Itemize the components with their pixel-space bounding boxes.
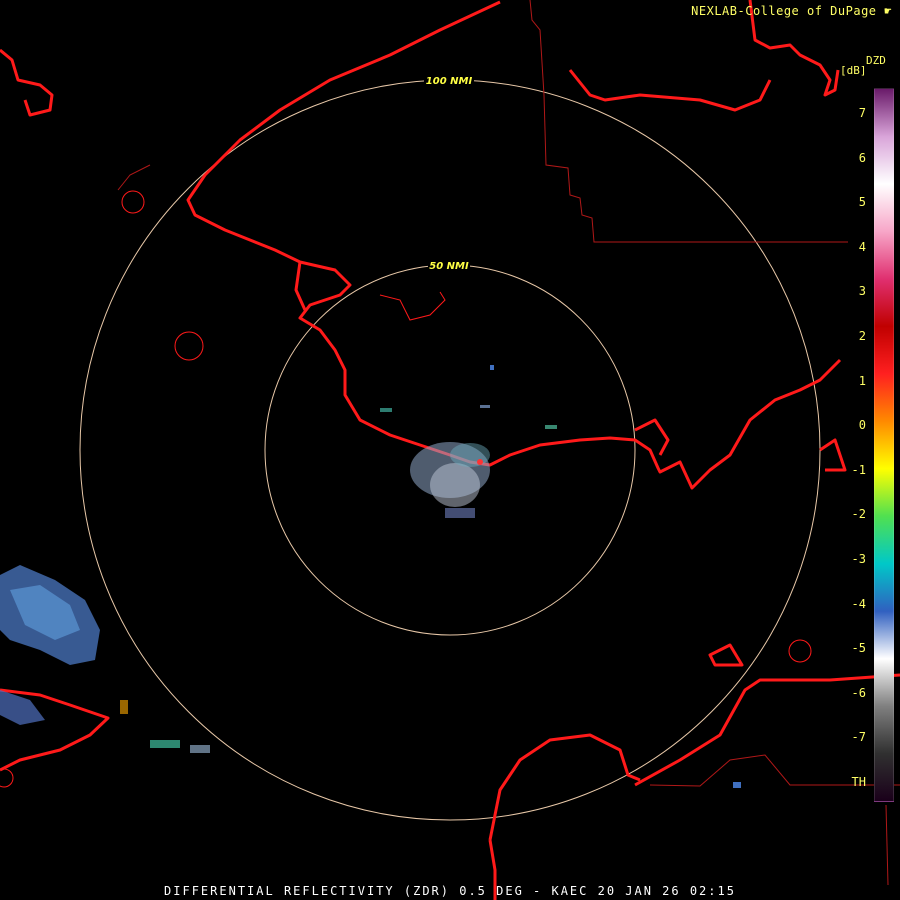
colorbar-tick-label: -6	[851, 685, 866, 700]
nexlab-logo-icon: ☛	[884, 4, 892, 18]
colorbar-unit: [dB]	[840, 64, 867, 77]
radar-map: 100 NMI 50 NMI	[0, 0, 900, 900]
ring-label-100: 100 NMI	[426, 76, 473, 87]
ring-label-50: 50 NMI	[429, 261, 469, 272]
credit-label: NEXLAB-College of DuPage	[691, 4, 877, 18]
colorbar-tick-label: 3	[858, 284, 866, 299]
radar-station-marker	[477, 459, 483, 465]
radar-echoes-southwest	[0, 565, 210, 753]
colorbar-tick-label: -2	[851, 507, 866, 522]
colorbar-tick-label: 5	[858, 195, 866, 210]
state-borders	[117, 0, 900, 886]
colorbar-tick-label: -7	[851, 730, 866, 745]
colorbar-tick-label: -4	[851, 596, 866, 611]
colorbar-tick-label: -3	[851, 552, 866, 566]
radar-echo-southeast	[733, 782, 741, 788]
credit-text: NEXLAB-College of DuPage ☛	[691, 4, 892, 18]
colorbar-tick-label: 0	[858, 418, 866, 433]
colorbar-tick-label: 1	[858, 373, 866, 388]
colorbar-tick-label: 4	[858, 239, 866, 254]
colorbar-tick-label: -5	[851, 641, 866, 656]
colorbar-tick-label: -1	[851, 462, 866, 477]
colorbar-tick-label: TH	[851, 775, 866, 789]
colorbar-tick-label: 6	[858, 150, 866, 165]
colorbar	[874, 88, 894, 802]
colorbar-tick-label: 7	[858, 106, 866, 120]
product-title: DIFFERENTIAL REFLECTIVITY (ZDR) 0.5 DEG …	[164, 884, 736, 898]
colorbar-tick-label: 2	[858, 329, 866, 343]
colorbar-title: DZD	[866, 54, 886, 67]
